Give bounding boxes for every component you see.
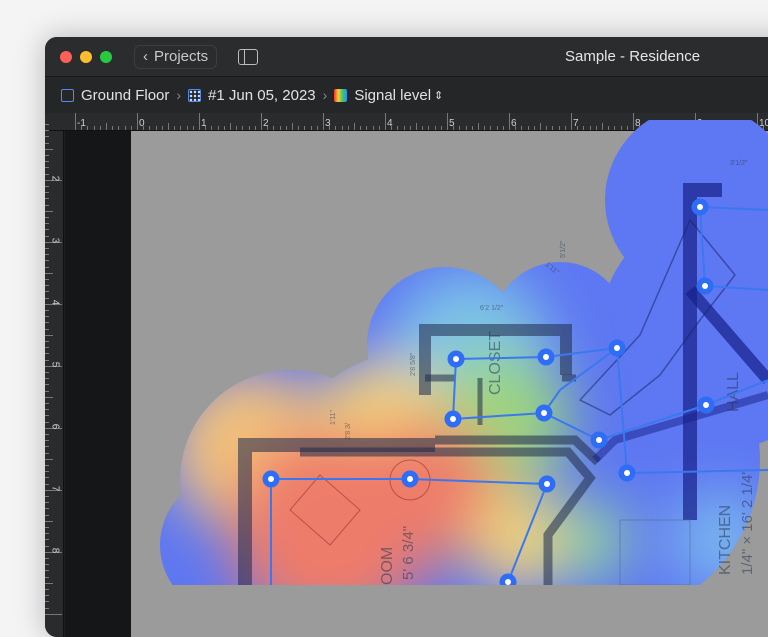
svg-text:6'2 1/2": 6'2 1/2" bbox=[480, 305, 504, 312]
svg-text:1'11": 1'11" bbox=[330, 410, 337, 425]
svg-text:CLOSET: CLOSET bbox=[487, 331, 504, 395]
measurement-point-center bbox=[544, 481, 550, 487]
floor-plan-canvas[interactable]: CLOSET HALL KITCHEN 1/4" × 16' 2 1/4" OO… bbox=[131, 131, 768, 637]
measurement-point-center bbox=[596, 437, 602, 443]
svg-text:1/4" × 16' 2 1/4": 1/4" × 16' 2 1/4" bbox=[739, 469, 756, 575]
svg-text:5' 6 3/4": 5' 6 3/4" bbox=[400, 526, 417, 580]
measurement-point-center bbox=[505, 579, 511, 585]
ruler-tick bbox=[45, 595, 49, 596]
measurement-point-center bbox=[543, 354, 549, 360]
svg-text:3'1/2": 3'1/2" bbox=[730, 160, 748, 167]
measurement-point-center bbox=[697, 204, 703, 210]
measurement-point-center bbox=[541, 410, 547, 416]
svg-text:5'1/2": 5'1/2" bbox=[560, 240, 567, 258]
heatmap-plan[interactable]: CLOSET HALL KITCHEN 1/4" × 16' 2 1/4" OO… bbox=[45, 37, 768, 585]
measurement-point-center bbox=[624, 470, 630, 476]
svg-text:OOM: OOM bbox=[379, 547, 396, 585]
ruler-tick bbox=[45, 601, 49, 602]
ruler-tick bbox=[45, 589, 49, 590]
measurement-point-center bbox=[702, 283, 708, 289]
svg-text:2'8 3/: 2'8 3/ bbox=[345, 423, 352, 440]
measurement-point-center bbox=[268, 476, 274, 482]
measurement-point-center bbox=[614, 345, 620, 351]
app-window: ‹ Projects Sample - Residence Ground Flo… bbox=[45, 37, 768, 637]
measurement-point-center bbox=[703, 402, 709, 408]
measurement-point-center bbox=[453, 356, 459, 362]
measurement-point-center bbox=[450, 416, 456, 422]
ruler-tick bbox=[45, 608, 49, 609]
svg-text:KITCHEN: KITCHEN bbox=[717, 505, 734, 575]
ruler-tick bbox=[45, 614, 62, 615]
measurement-point-center bbox=[407, 476, 413, 482]
svg-text:2'8 5/8": 2'8 5/8" bbox=[410, 352, 417, 376]
